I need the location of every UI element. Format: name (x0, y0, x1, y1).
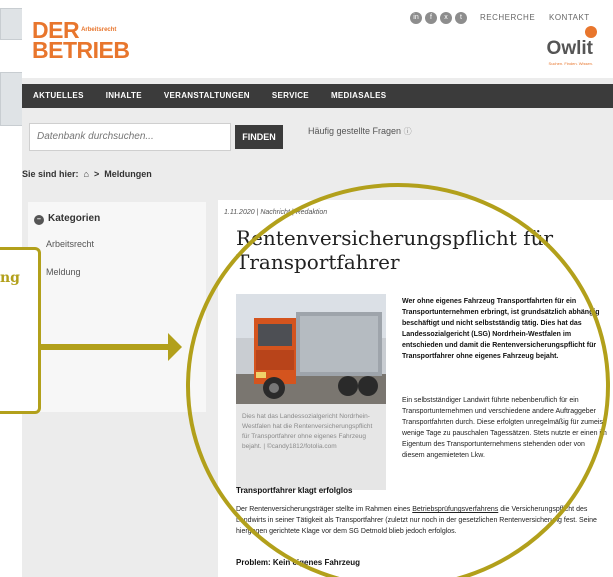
sidebar: – Kategorien Arbeitsrecht Meldung (28, 202, 206, 412)
article: 1.11.2020 | Nachricht | Redaktion Renten… (218, 200, 613, 577)
logo-subtitle: Arbeitsrecht (81, 27, 117, 33)
annotation-callout-text: ng (0, 270, 20, 286)
nav-item-service[interactable]: SERVICE (261, 84, 320, 108)
logo-text-betrieb: BETRIEB (32, 37, 130, 63)
linkedin-icon[interactable]: in (410, 12, 422, 24)
search-field (29, 123, 231, 151)
breadcrumb: Sie sind hier: ⌂ > Meldungen (22, 169, 152, 179)
article-title: Rentenversicherungspflicht für Transport… (236, 226, 554, 274)
sidebar-item-arbeitsrecht[interactable]: Arbeitsrecht (46, 239, 94, 249)
social-links: in f x t (410, 12, 467, 24)
breadcrumb-separator: > (93, 169, 100, 179)
breadcrumb-current[interactable]: Meldungen (104, 169, 152, 179)
main-nav: AKTUELLES INHALTE VERANSTALTUNGEN SERVIC… (22, 84, 613, 108)
minus-icon: – (34, 215, 44, 225)
article-paragraph: Ein selbstständiger Landwirt führte nebe… (402, 397, 607, 459)
faq-label: Häufig gestellte Fragen (308, 126, 402, 136)
article-subheading: Problem: Kein eigenes Fahrzeug (236, 558, 361, 567)
webpage: DER Arbeitsrecht BETRIEB in f x t RECHERC… (22, 0, 613, 577)
faq-link[interactable]: Häufig gestellte Fragen ⓘ (308, 126, 412, 137)
recherche-link[interactable]: RECHERCHE (480, 13, 535, 22)
photo-caption: Dies hat das Landessozialgericht Nordrhe… (242, 413, 373, 450)
nav-item-veranstaltungen[interactable]: VERANSTALTUNGEN (153, 84, 261, 108)
thumbnail (0, 8, 24, 40)
kontakt-link[interactable]: KONTAKT (549, 13, 590, 22)
photo-caption-box: Dies hat das Landessozialgericht Nordrhe… (236, 404, 386, 490)
article-paragraph: Der Rentenversicherungsträger stellte im… (236, 504, 608, 537)
article-subheading: Transportfahrer klagt erfolglos (236, 486, 353, 495)
facebook-icon[interactable]: f (425, 12, 437, 24)
search-button[interactable]: FINDEN (235, 125, 283, 149)
nav-item-mediasales[interactable]: MEDIASALES (320, 84, 397, 108)
site-logo[interactable]: DER Arbeitsrecht BETRIEB (32, 19, 130, 63)
paragraph-text: Der Rentenversicherungsträger stellte im… (236, 506, 413, 513)
owlit-logo[interactable]: Owlit (547, 38, 593, 60)
truck-photo (236, 294, 386, 404)
owlit-tagline: Suchen. Finden. Wissen. (548, 61, 593, 66)
home-icon[interactable]: ⌂ (84, 169, 89, 179)
thumbnail (0, 72, 24, 126)
info-icon: ⓘ (403, 127, 412, 136)
sidebar-heading-label: Kategorien (48, 213, 101, 224)
article-lead: Wer ohne eigenes Fahrzeug Transportfahrt… (402, 298, 600, 360)
nav-item-inhalte[interactable]: INHALTE (95, 84, 153, 108)
xing-icon[interactable]: x (440, 12, 452, 24)
betriebspruefung-link[interactable]: Betriebsprüfungsverfahrens (412, 506, 498, 513)
nav-item-aktuelles[interactable]: AKTUELLES (22, 84, 95, 108)
breadcrumb-prefix: Sie sind hier: (22, 169, 79, 179)
sidebar-heading[interactable]: – Kategorien (34, 213, 100, 225)
site-header: DER Arbeitsrecht BETRIEB in f x t RECHERC… (22, 0, 613, 78)
twitter-icon[interactable]: t (455, 12, 467, 24)
article-meta: 1.11.2020 | Nachricht | Redaktion (224, 209, 328, 216)
sidebar-item-meldung[interactable]: Meldung (46, 267, 81, 277)
owlit-badge-icon (585, 26, 597, 38)
search-input[interactable] (30, 124, 230, 148)
